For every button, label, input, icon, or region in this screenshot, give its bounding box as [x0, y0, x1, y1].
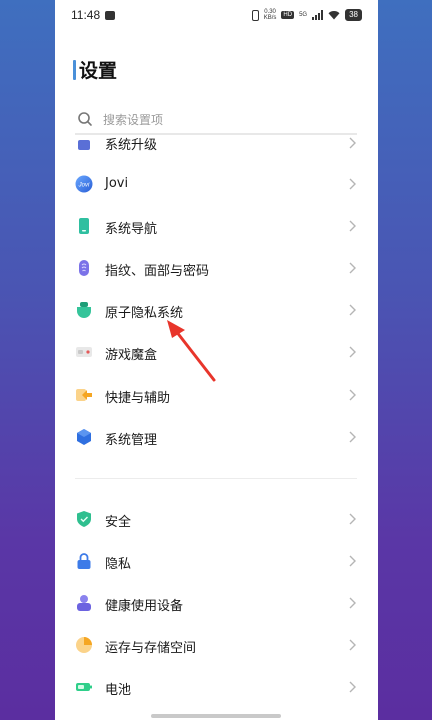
settings-item-system-management[interactable]: 系统管理 [55, 417, 378, 457]
section-divider [75, 478, 357, 479]
settings-item-memory-storage[interactable]: 运存与存储空间 [55, 625, 378, 665]
settings-item-label: 隐私 [105, 557, 132, 572]
atom-privacy-icon [75, 301, 93, 319]
game-box-icon [75, 343, 93, 361]
settings-item-label: 电池 [105, 683, 132, 698]
chevron-right-icon [349, 681, 356, 693]
settings-item-system-update[interactable]: 系统升级 [55, 136, 378, 160]
settings-list: 系统升级 Jovi Jovi 系统导航 指纹、面部与密码 原子隐私系统 游戏魔盒… [55, 0, 378, 720]
home-indicator[interactable] [151, 714, 281, 718]
chevron-right-icon [349, 513, 356, 525]
settings-item-label: 运存与存储空间 [105, 641, 197, 656]
system-update-icon [75, 136, 93, 152]
settings-item-label: 系统导航 [105, 222, 158, 237]
fingerprint-icon [75, 259, 93, 277]
settings-item-shortcuts-accessibility[interactable]: 快捷与辅助 [55, 375, 378, 415]
phone-navigation-icon [75, 217, 93, 235]
chevron-right-icon [349, 178, 356, 190]
settings-item-security[interactable]: 安全 [55, 499, 378, 539]
settings-item-label: 快捷与辅助 [105, 391, 171, 406]
lock-icon [75, 552, 93, 570]
settings-item-atomic-privacy-system[interactable]: 原子隐私系统 [55, 290, 378, 330]
settings-item-label: 系统升级 [105, 138, 158, 153]
chevron-right-icon [349, 555, 356, 567]
chevron-right-icon [349, 597, 356, 609]
settings-item-label: 原子隐私系统 [105, 306, 184, 321]
settings-screen: 11:48 0.30 KB/s HD 5G 38 设置 搜索设置项 系统升级 J… [55, 0, 378, 720]
chevron-right-icon [349, 220, 356, 232]
settings-item-label: Jovi [105, 176, 129, 191]
settings-item-label: 游戏魔盒 [105, 348, 158, 363]
system-management-icon [75, 428, 93, 446]
chevron-right-icon [349, 639, 356, 651]
settings-item-battery[interactable]: 电池 [55, 667, 378, 707]
shield-icon [75, 510, 93, 528]
settings-item-label: 安全 [105, 515, 132, 530]
svg-text:Jovi: Jovi [78, 183, 90, 189]
settings-item-label: 健康使用设备 [105, 599, 184, 614]
settings-item-privacy[interactable]: 隐私 [55, 541, 378, 581]
chevron-right-icon [349, 389, 356, 401]
settings-item-healthy-device-usage[interactable]: 健康使用设备 [55, 583, 378, 623]
storage-pie-icon [75, 636, 93, 654]
chevron-right-icon [349, 137, 356, 149]
settings-item-jovi[interactable]: Jovi Jovi [55, 164, 378, 204]
battery-icon [75, 678, 93, 696]
chevron-right-icon [349, 262, 356, 274]
settings-item-label: 系统管理 [105, 433, 158, 448]
settings-item-fingerprint-face-password[interactable]: 指纹、面部与密码 [55, 248, 378, 288]
chevron-right-icon [349, 346, 356, 358]
settings-item-game-box[interactable]: 游戏魔盒 [55, 332, 378, 372]
settings-item-label: 指纹、面部与密码 [105, 264, 210, 279]
health-usage-icon [75, 594, 93, 612]
chevron-right-icon [349, 304, 356, 316]
shortcut-icon [75, 386, 93, 404]
settings-item-system-navigation[interactable]: 系统导航 [55, 206, 378, 246]
chevron-right-icon [349, 431, 356, 443]
jovi-icon: Jovi [75, 175, 93, 193]
